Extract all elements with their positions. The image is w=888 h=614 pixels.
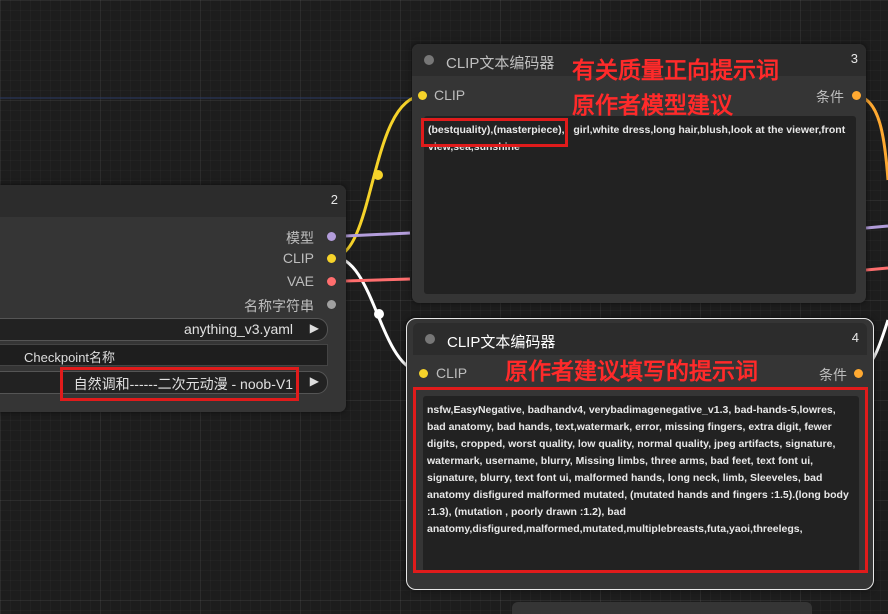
annotation-negative: 原作者建议填写的提示词 xyxy=(505,358,758,384)
checkpoint-name-label: Checkpoint名称 xyxy=(24,350,116,365)
node4-id: 4 xyxy=(851,330,859,345)
vae-wire-right xyxy=(865,266,888,272)
positive-quality-highlight-box xyxy=(421,118,568,147)
node4-clip-input-dot[interactable] xyxy=(419,369,428,378)
config-select-value: anything_v3.yaml xyxy=(184,321,293,337)
output-vae-label: VAE xyxy=(287,273,314,289)
config-select[interactable]: anything_v3.yaml ▶ xyxy=(0,318,328,341)
output-vae-dot[interactable] xyxy=(327,277,336,286)
node3-cond-output-label: 条件 xyxy=(816,89,844,105)
output-name-string-label: 名称字符串 xyxy=(244,298,314,314)
node3-clip-input-label: CLIP xyxy=(434,87,466,103)
node4-title-bar[interactable]: CLIP文本编码器 4 xyxy=(413,323,867,355)
annotation-positive-line2: 原作者模型建议 xyxy=(572,92,733,118)
node2-title-bar[interactable]: 2 xyxy=(0,185,346,217)
model-wire-right xyxy=(865,224,888,230)
output-clip-dot[interactable] xyxy=(327,254,336,263)
output-model-dot[interactable] xyxy=(327,232,336,241)
output-clip-label: CLIP xyxy=(282,250,314,266)
node3-title: CLIP文本编码器 xyxy=(446,55,555,72)
model-wire xyxy=(344,231,411,238)
node4-title: CLIP文本编码器 xyxy=(447,334,556,351)
output-name-string-dot[interactable] xyxy=(327,300,336,309)
node4-cond-output-dot[interactable] xyxy=(854,369,863,378)
node3-clip-input-dot[interactable] xyxy=(418,91,427,100)
checkpoint-name-field[interactable]: Checkpoint名称 xyxy=(0,344,328,366)
config-select-arrow-icon[interactable]: ▶ xyxy=(310,321,319,335)
checkpoint-select-arrow-icon[interactable]: ▶ xyxy=(310,374,319,388)
vae-wire xyxy=(344,277,411,283)
node4-clip-input-label: CLIP xyxy=(436,365,468,381)
node2-id: 2 xyxy=(330,192,338,207)
negative-prompt-highlight-box xyxy=(413,387,868,573)
clip-wire-reroute-dot xyxy=(373,170,383,180)
clip-wire-white-dot xyxy=(374,309,384,319)
offscreen-node-edge xyxy=(512,602,812,614)
node3-id: 3 xyxy=(850,51,858,66)
node4-collapse-dot-icon[interactable] xyxy=(425,334,435,344)
checkpoint-highlight-box xyxy=(60,367,299,401)
annotation-positive-line1: 有关质量正向提示词 xyxy=(572,57,779,83)
node3-prompt-rest: girl,white dress,long hair,blush,look at… xyxy=(573,124,846,136)
node3-cond-output-dot[interactable] xyxy=(852,91,861,100)
node4-cond-output-label: 条件 xyxy=(819,367,847,383)
node3-collapse-dot-icon[interactable] xyxy=(424,55,434,65)
output-model-label: 模型 xyxy=(286,230,314,246)
